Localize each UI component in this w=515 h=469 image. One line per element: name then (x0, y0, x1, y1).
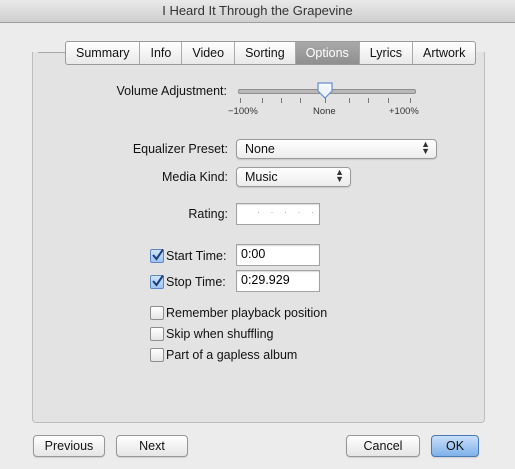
checkmark-icon (152, 274, 164, 287)
volume-tick (349, 98, 350, 103)
stop-time-checkbox[interactable] (150, 274, 164, 289)
volume-tick (240, 98, 241, 103)
volume-tick (388, 98, 389, 103)
start-time-field[interactable] (236, 244, 320, 266)
stop-time-field[interactable] (236, 270, 320, 292)
rating-dots: · · · · · (257, 207, 318, 217)
equalizer-preset-popup[interactable]: None ▲ ▼ (236, 139, 437, 159)
volume-mid-label: None (313, 106, 336, 117)
track-info-window: I Heard It Through the Grapevine Summary… (0, 0, 515, 469)
rating-field[interactable]: · · · · · (236, 203, 320, 225)
tab-sorting[interactable]: Sorting (235, 42, 296, 64)
ok-button[interactable]: OK (431, 435, 479, 457)
start-time-input[interactable] (237, 245, 319, 263)
window-title: I Heard It Through the Grapevine (0, 0, 515, 23)
rating-label: Rating: (188, 207, 228, 221)
remember-position-label: Remember playback position (166, 306, 328, 320)
volume-min-label: −100% (228, 106, 258, 117)
volume-label: Volume Adjustment: (116, 84, 227, 98)
stop-time-input[interactable] (237, 271, 319, 289)
remember-position-checkbox[interactable] (150, 306, 164, 320)
tab-bar: Summary Info Video Sorting Options Lyric… (65, 41, 477, 65)
tab-lyrics[interactable]: Lyrics (360, 42, 413, 64)
tab-summary[interactable]: Summary (66, 42, 141, 64)
volume-tick (368, 98, 369, 103)
tab-artwork[interactable]: Artwork (413, 42, 475, 64)
stop-time-label: Stop Time: (166, 275, 226, 289)
media-kind-label: Media Kind: (161, 170, 228, 184)
start-time-label: Start Time: (166, 249, 227, 263)
volume-tick (325, 98, 326, 103)
next-button[interactable]: Next (116, 435, 188, 457)
gapless-album-label: Part of a gapless album (166, 348, 298, 362)
chevron-updown-icon: ▲ ▼ (421, 139, 430, 156)
cancel-button[interactable]: Cancel (346, 435, 420, 457)
tab-info[interactable]: Info (140, 42, 183, 64)
volume-max-label: +100% (389, 106, 419, 117)
tab-video[interactable]: Video (182, 42, 236, 64)
start-time-checkbox[interactable] (150, 248, 164, 263)
previous-button[interactable]: Previous (33, 435, 105, 457)
chevron-updown-icon: ▲ ▼ (335, 167, 344, 184)
equalizer-label: Equalizer Preset: (132, 142, 228, 156)
gapless-album-checkbox[interactable] (150, 348, 164, 362)
media-kind-value: Music (245, 170, 278, 184)
volume-tick (410, 98, 411, 103)
skip-shuffling-checkbox[interactable] (150, 327, 164, 341)
volume-tick (262, 98, 263, 103)
tab-options[interactable]: Options (295, 42, 360, 64)
equalizer-value: None (245, 142, 275, 156)
skip-shuffling-label: Skip when shuffling (166, 327, 274, 341)
media-kind-popup[interactable]: Music ▲ ▼ (236, 167, 351, 187)
volume-tick (300, 98, 301, 103)
checkmark-icon (152, 248, 164, 261)
volume-tick (281, 98, 282, 103)
